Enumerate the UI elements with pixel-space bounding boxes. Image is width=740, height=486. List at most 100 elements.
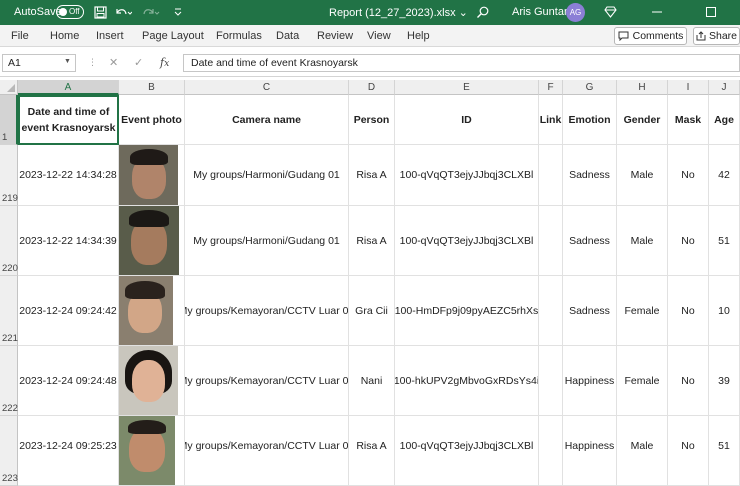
document-title[interactable]: Report (12_27_2023).xlsx ⌄: [329, 6, 468, 19]
table-cell-mask[interactable]: No: [668, 206, 709, 276]
table-cell-age[interactable]: 42: [709, 145, 740, 206]
select-all-button[interactable]: [0, 80, 18, 95]
header-cell-id[interactable]: ID: [395, 95, 539, 145]
table-cell-photo[interactable]: [119, 145, 185, 206]
table-cell-id[interactable]: 100-qVqQT3ejyJJbqj3CLXBl: [395, 416, 539, 486]
table-cell-photo[interactable]: [119, 346, 185, 416]
chevron-down-icon[interactable]: ▼: [64, 58, 71, 65]
table-cell-person[interactable]: Risa A: [349, 416, 395, 486]
table-cell-person[interactable]: Gra Cii: [349, 276, 395, 346]
header-cell-date[interactable]: Date and time of event Krasnoyarsk: [18, 95, 119, 145]
comments-button[interactable]: Comments: [614, 27, 687, 45]
table-cell-date[interactable]: 2023-12-24 09:25:23: [18, 416, 119, 486]
column-header-e[interactable]: E: [395, 80, 539, 95]
row-header[interactable]: 220: [0, 206, 18, 276]
column-header-f[interactable]: F: [539, 80, 563, 95]
header-cell-mask[interactable]: Mask: [668, 95, 709, 145]
table-cell-gender[interactable]: Female: [617, 346, 668, 416]
event-photo-image[interactable]: [119, 416, 175, 485]
table-cell-age[interactable]: 51: [709, 416, 740, 486]
table-cell-camera[interactable]: My groups/Kemayoran/CCTV Luar 01: [185, 416, 349, 486]
tab-formulas[interactable]: Formulas: [216, 30, 262, 42]
table-cell-camera[interactable]: My groups/Harmoni/Gudang 01: [185, 206, 349, 276]
column-header-i[interactable]: I: [668, 80, 709, 95]
tab-review[interactable]: Review: [317, 30, 353, 42]
table-cell-date[interactable]: 2023-12-22 14:34:28: [18, 145, 119, 206]
table-cell-emotion[interactable]: Happiness: [563, 416, 617, 486]
table-cell-mask[interactable]: No: [668, 346, 709, 416]
row-header[interactable]: 1: [0, 95, 18, 145]
row-header[interactable]: 222: [0, 346, 18, 416]
table-cell-person[interactable]: Risa A: [349, 145, 395, 206]
redo-icon[interactable]: [141, 4, 161, 20]
header-cell-person[interactable]: Person: [349, 95, 395, 145]
table-cell-person[interactable]: Nani: [349, 346, 395, 416]
table-cell-photo[interactable]: [119, 206, 185, 276]
event-photo-image[interactable]: [119, 346, 178, 415]
table-cell-emotion[interactable]: Happiness: [563, 346, 617, 416]
column-header-g[interactable]: G: [563, 80, 617, 95]
table-cell-photo[interactable]: [119, 276, 185, 346]
header-cell-camera[interactable]: Camera name: [185, 95, 349, 145]
column-header-j[interactable]: J: [709, 80, 740, 95]
diamond-icon[interactable]: [602, 4, 618, 20]
table-cell-age[interactable]: 51: [709, 206, 740, 276]
header-cell-link[interactable]: Link: [539, 95, 563, 145]
avatar[interactable]: AG: [566, 3, 585, 22]
insert-function-icon[interactable]: fx: [160, 56, 169, 69]
column-header-b[interactable]: B: [119, 80, 185, 95]
formula-input[interactable]: Date and time of event Krasnoyarsk: [183, 54, 740, 72]
share-button[interactable]: Share: [693, 27, 740, 45]
table-cell-person[interactable]: Risa A: [349, 206, 395, 276]
event-photo-image[interactable]: [119, 206, 179, 275]
table-cell-emotion[interactable]: Sadness: [563, 276, 617, 346]
table-cell-gender[interactable]: Male: [617, 145, 668, 206]
header-cell-age[interactable]: Age: [709, 95, 740, 145]
tab-data[interactable]: Data: [276, 30, 299, 42]
user-name[interactable]: Aris Guntara: [512, 6, 574, 18]
header-cell-gender[interactable]: Gender: [617, 95, 668, 145]
enter-icon[interactable]: ✓: [134, 56, 143, 69]
table-cell-camera[interactable]: My groups/Kemayoran/CCTV Luar 01: [185, 276, 349, 346]
header-cell-emotion[interactable]: Emotion: [563, 95, 617, 145]
header-cell-photo[interactable]: Event photo: [119, 95, 185, 145]
table-cell-camera[interactable]: My groups/Kemayoran/CCTV Luar 01: [185, 346, 349, 416]
column-header-h[interactable]: H: [617, 80, 668, 95]
table-cell-age[interactable]: 10: [709, 276, 740, 346]
column-header-d[interactable]: D: [349, 80, 395, 95]
table-cell-mask[interactable]: No: [668, 145, 709, 206]
table-cell-id[interactable]: 100-qVqQT3ejyJJbqj3CLXBl: [395, 206, 539, 276]
table-cell-id[interactable]: 100-HmDFp9j09pyAEZC5rhXs: [395, 276, 539, 346]
row-header[interactable]: 223: [0, 416, 18, 486]
table-cell-link[interactable]: [539, 416, 563, 486]
table-cell-link[interactable]: [539, 206, 563, 276]
undo-icon[interactable]: [113, 4, 133, 20]
row-header[interactable]: 221: [0, 276, 18, 346]
tab-view[interactable]: View: [367, 30, 391, 42]
table-cell-mask[interactable]: No: [668, 276, 709, 346]
table-cell-id[interactable]: 100-qVqQT3ejyJJbqj3CLXBl: [395, 145, 539, 206]
save-icon[interactable]: [92, 4, 108, 20]
table-cell-camera[interactable]: My groups/Harmoni/Gudang 01: [185, 145, 349, 206]
tab-insert[interactable]: Insert: [96, 30, 124, 42]
event-photo-image[interactable]: [119, 145, 178, 205]
table-cell-link[interactable]: [539, 346, 563, 416]
cancel-icon[interactable]: ✕: [109, 56, 118, 69]
table-cell-emotion[interactable]: Sadness: [563, 206, 617, 276]
tab-home[interactable]: Home: [50, 30, 79, 42]
table-cell-mask[interactable]: No: [668, 416, 709, 486]
tab-help[interactable]: Help: [407, 30, 430, 42]
search-icon[interactable]: [474, 4, 490, 20]
tab-file[interactable]: File: [11, 30, 29, 42]
minimize-icon[interactable]: [649, 4, 665, 20]
table-cell-date[interactable]: 2023-12-24 09:24:42: [18, 276, 119, 346]
table-cell-date[interactable]: 2023-12-22 14:34:39: [18, 206, 119, 276]
tab-page-layout[interactable]: Page Layout: [142, 30, 204, 42]
table-cell-date[interactable]: 2023-12-24 09:24:48: [18, 346, 119, 416]
table-cell-emotion[interactable]: Sadness: [563, 145, 617, 206]
column-header-a[interactable]: A: [18, 80, 119, 95]
table-cell-photo[interactable]: [119, 416, 185, 486]
table-cell-gender[interactable]: Male: [617, 416, 668, 486]
table-cell-link[interactable]: [539, 276, 563, 346]
table-cell-age[interactable]: 39: [709, 346, 740, 416]
